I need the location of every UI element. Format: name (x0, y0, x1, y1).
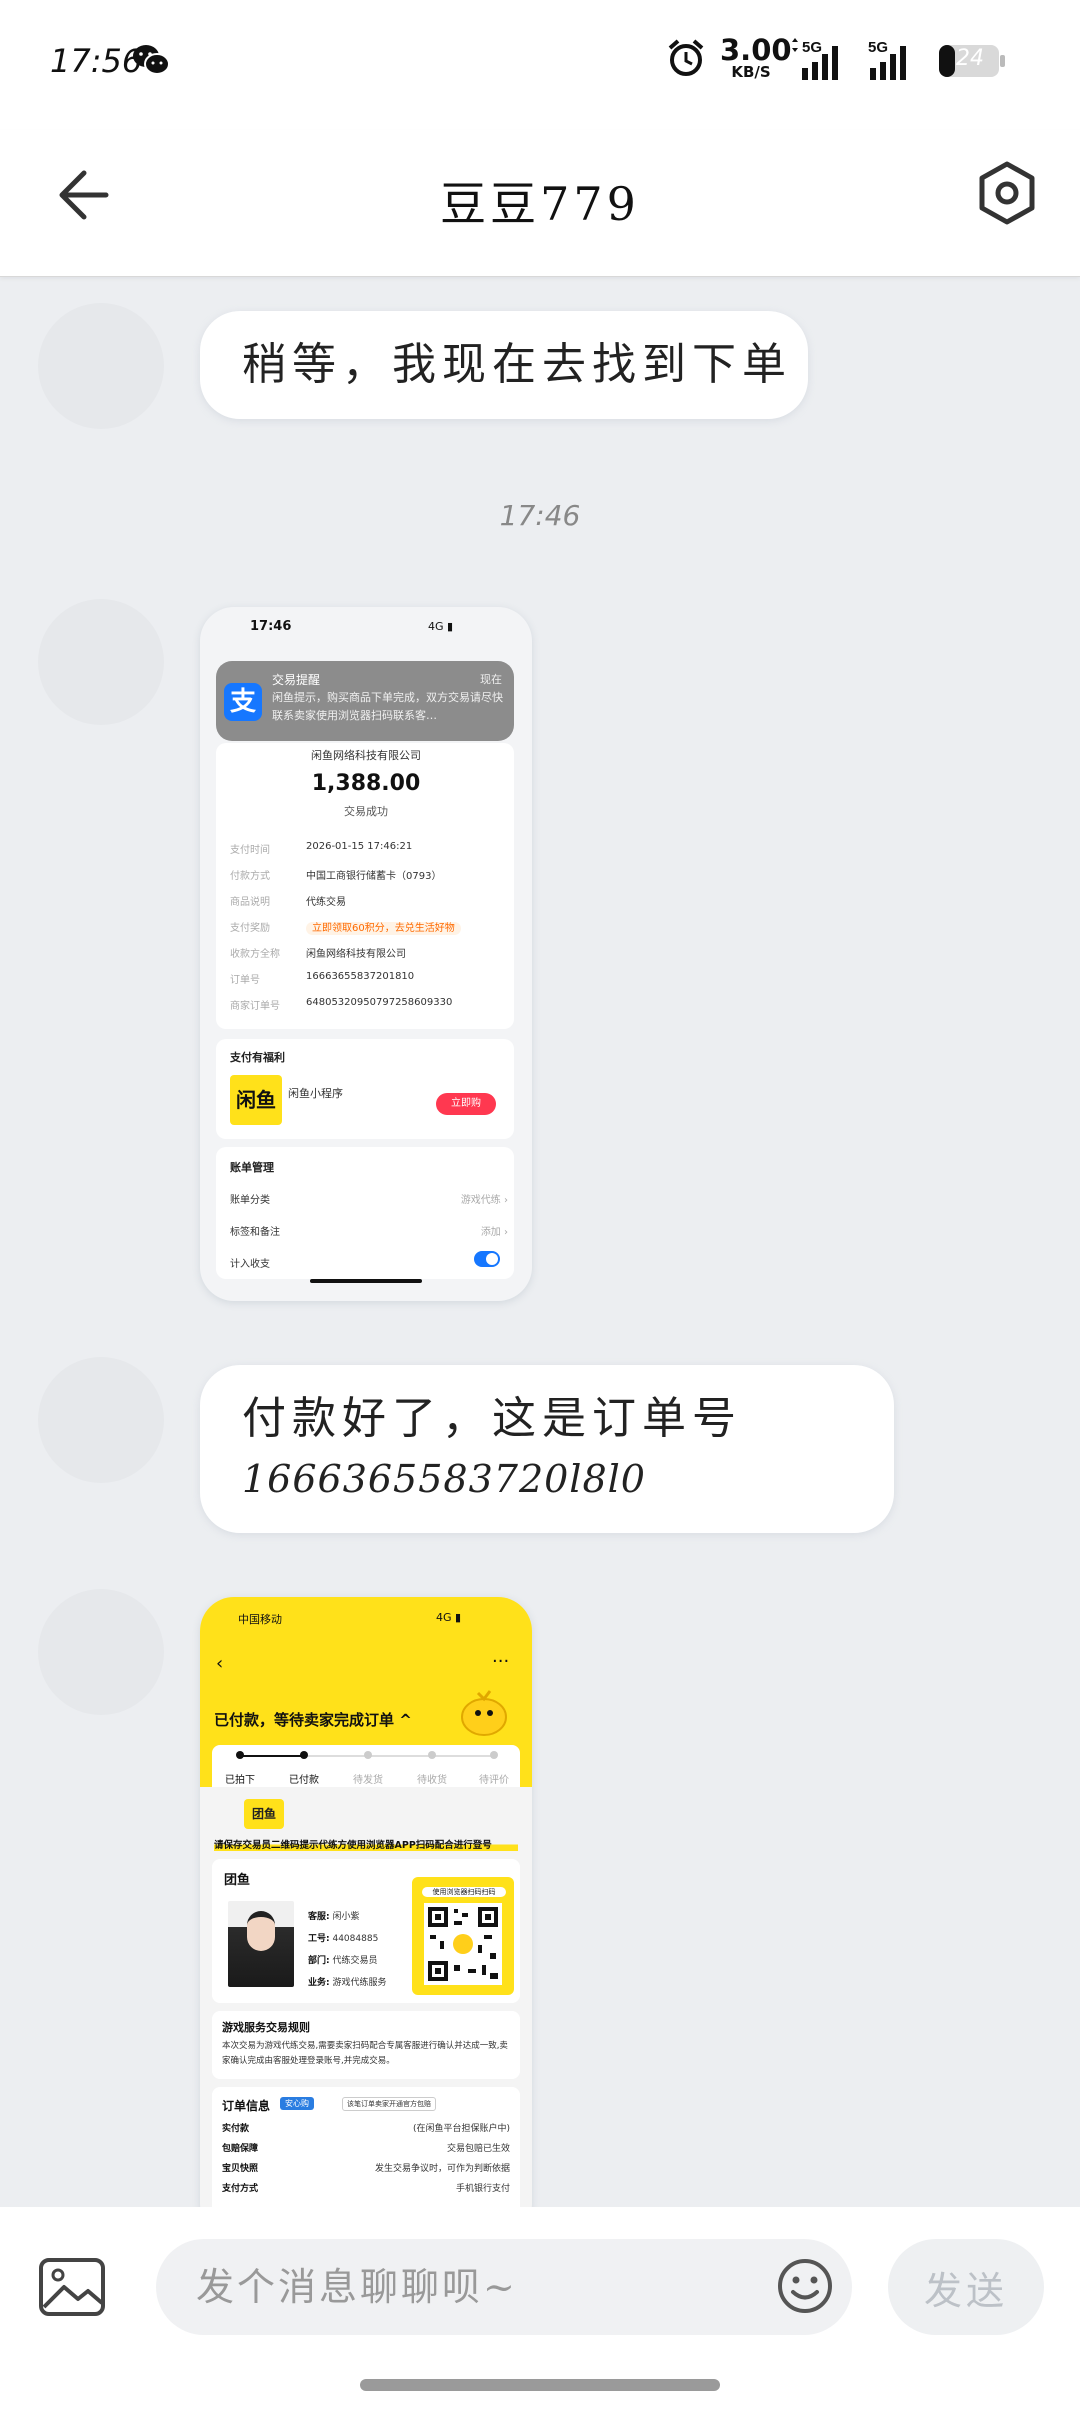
progress-step: 已拍下 (225, 1775, 255, 1786)
order-info-card: 订单信息 安心购 该笔订单卖家开通官方包赔 实付款 (在闲鱼平台担保账户中) 包赔… (212, 2087, 520, 2207)
signal-5g-icon-2: 5G (868, 39, 906, 80)
order-badge: 安心购 (280, 2097, 314, 2110)
shot-time: 17:46 (250, 619, 292, 634)
rules-card: 游戏服务交易规则 本次交易为游戏代练交易,需要卖家扫码配合专属客服进行确认并达成… (212, 2011, 520, 2079)
qr-label: 使用浏览器扫码扫码 (422, 1887, 506, 1897)
benefit-title: 支付有福利 (230, 1051, 285, 1064)
staff-info: 工号: 44084885 (308, 1934, 379, 1944)
shot-status-bar: 17:46 4G ▮ (200, 607, 532, 647)
chat-header: 豆豆779 (0, 130, 1080, 277)
message-text: 付款好了，这是订单号 (242, 1393, 742, 1444)
staff-info: 业务: 游戏代练服务 (308, 1978, 387, 1988)
message-bubble[interactable]: 付款好了，这是订单号 1666365583720l8l0 (200, 1365, 894, 1533)
xianyu-logo: 闲鱼 (230, 1075, 282, 1125)
shot-notification: 支 交易提醒 现在 闲鱼提示，购买商品下单完成，双方交易请尽快联系卖家使用浏览器… (216, 661, 514, 741)
order-headline: 已付款，等待卖家完成订单 ^ (214, 1711, 412, 1729)
progress-step: 已付款 (289, 1775, 319, 1786)
signal2-label: 5G (868, 39, 888, 56)
status-time: 17:56 (50, 42, 143, 80)
net-speed-unit: KB/S (731, 63, 771, 81)
rules-text: 本次交易为游戏代练交易,需要卖家扫码配合专属客服进行确认并达成一致,卖家确认完成… (222, 2041, 508, 2066)
staff-photo (228, 1901, 294, 1987)
order-title: 订单信息 (222, 2099, 271, 2113)
rules-title: 游戏服务交易规则 (222, 2021, 310, 2034)
avatar[interactable] (38, 1589, 164, 1715)
image-message-order-page[interactable]: 中国移动 4G ▮ ‹ ··· 已付款，等待卖家完成订单 ^ 已拍下 已付款 待… (200, 1597, 532, 2207)
chat-title: 豆豆779 (440, 177, 640, 231)
input-bar: 发送 (0, 2207, 1080, 2412)
tuanyu-logo: 团鱼 (244, 1799, 284, 1829)
chat-area[interactable]: 稍等，我现在去找到下单 17:46 17:46 4G ▮ 支 交易提醒 现在 闲… (0, 277, 1080, 2207)
progress-step: 待发货 (353, 1775, 383, 1786)
card-logo: 团鱼 (224, 1873, 251, 1888)
receipt-row: 商品说明 代练交易 (230, 897, 346, 908)
message-timestamp: 17:46 (499, 499, 581, 532)
alipay-logo: 支 (224, 683, 262, 721)
image-picker-icon[interactable] (38, 2257, 106, 2317)
home-indicator[interactable] (360, 2379, 720, 2391)
qr-code-icon (424, 1903, 502, 1985)
status-bar: 17:56 3.00 KB/S 5G 5G 24 (0, 0, 1080, 130)
progress-step: 待评价 (479, 1775, 509, 1786)
receipt-row: 支付奖励 立即领取60积分，去兑生活好物 (230, 919, 520, 939)
order-note: 该笔订单卖家开通官方包赔 (342, 2097, 436, 2111)
receipt-row: 收款方全称 闲鱼网络科技有限公司 (230, 949, 406, 960)
mini-program-label: 闲鱼小程序 (288, 1087, 343, 1100)
reward-badge: 立即领取60积分，去兑生活好物 (306, 922, 461, 935)
shot-back-icon: ‹ (216, 1653, 224, 1674)
net-speed-value: 3.00 (720, 33, 792, 67)
shot-more-icon: ··· (492, 1651, 510, 1672)
notif-body: 闲鱼提示，购买商品下单完成，双方交易请尽快联系卖家使用浏览器扫码联系客… (272, 691, 503, 722)
message-text: 稍等，我现在去找到下单 (242, 339, 792, 390)
notif-title: 交易提醒 (272, 673, 321, 687)
progress-dot (364, 1751, 372, 1759)
message-bubble[interactable]: 稍等，我现在去找到下单 (200, 311, 808, 419)
receipt-row: 支付时间 2026-01-15 17:46:21 (230, 841, 413, 856)
receipt-row: 付款方式 中国工商银行储蓄卡（0793） (230, 871, 442, 882)
toggle-switch (474, 1251, 500, 1267)
progress-dot (300, 1751, 308, 1759)
alarm-icon (668, 39, 704, 76)
receipt-row: 订单号 16663655837201810 (230, 971, 415, 986)
bill-title: 账单管理 (230, 1161, 274, 1174)
wechat-icon (133, 45, 170, 75)
merchant-name: 闲鱼网络科技有限公司 (311, 749, 421, 762)
message-order-number: 1666365583720l8l0 (242, 1457, 646, 1501)
qr-panel: 使用浏览器扫码扫码 (412, 1877, 514, 1995)
shot-home-bar (310, 1279, 422, 1283)
notif-time: 现在 (480, 673, 502, 686)
progress-dot (236, 1751, 244, 1759)
payment-status: 交易成功 (344, 805, 388, 818)
message-input[interactable] (156, 2239, 852, 2335)
shot-net: 4G ▮ (436, 1611, 462, 1624)
settings-icon[interactable] (976, 160, 1038, 226)
battery-level: 24 (956, 46, 984, 71)
scan-banner: 请保存交易员二维码提示代练方使用浏览器APP扫码配合进行登号 (214, 1837, 518, 1851)
avatar[interactable] (38, 599, 164, 725)
signal-5g-icon: 5G (792, 38, 838, 80)
mascot-fish-icon (461, 1690, 507, 1736)
progress-dot (490, 1751, 498, 1759)
avatar[interactable] (38, 1357, 164, 1483)
emoji-icon[interactable] (776, 2257, 834, 2315)
signal1-label: 5G (802, 39, 822, 56)
buy-now-button: 立即购 (436, 1093, 496, 1115)
avatar[interactable] (38, 303, 164, 429)
staff-card: 团鱼 客服: 闲小紫 工号: 44084885 部门: 代练交易员 业务: 游戏… (212, 1859, 520, 2003)
progress-step: 待收货 (417, 1775, 447, 1786)
payment-amount: 1,388.00 (311, 771, 421, 796)
shot-carrier: 中国移动 (238, 1613, 282, 1626)
shot-net: 4G ▮ (428, 620, 454, 633)
send-button[interactable]: 发送 (888, 2239, 1044, 2335)
progress-dot (428, 1751, 436, 1759)
net-speed: 3.00 KB/S (720, 33, 792, 81)
staff-info: 部门: 代练交易员 (308, 1956, 378, 1966)
order-progress: 已拍下 已付款 待发货 待收货 待评价 (212, 1745, 520, 1787)
receipt-row: 商家订单号 64805320950797258609330 (230, 997, 453, 1012)
image-message-payment-receipt[interactable]: 17:46 4G ▮ 支 交易提醒 现在 闲鱼提示，购买商品下单完成，双方交易请… (200, 607, 532, 1301)
staff-info: 客服: 闲小紫 (308, 1912, 360, 1922)
